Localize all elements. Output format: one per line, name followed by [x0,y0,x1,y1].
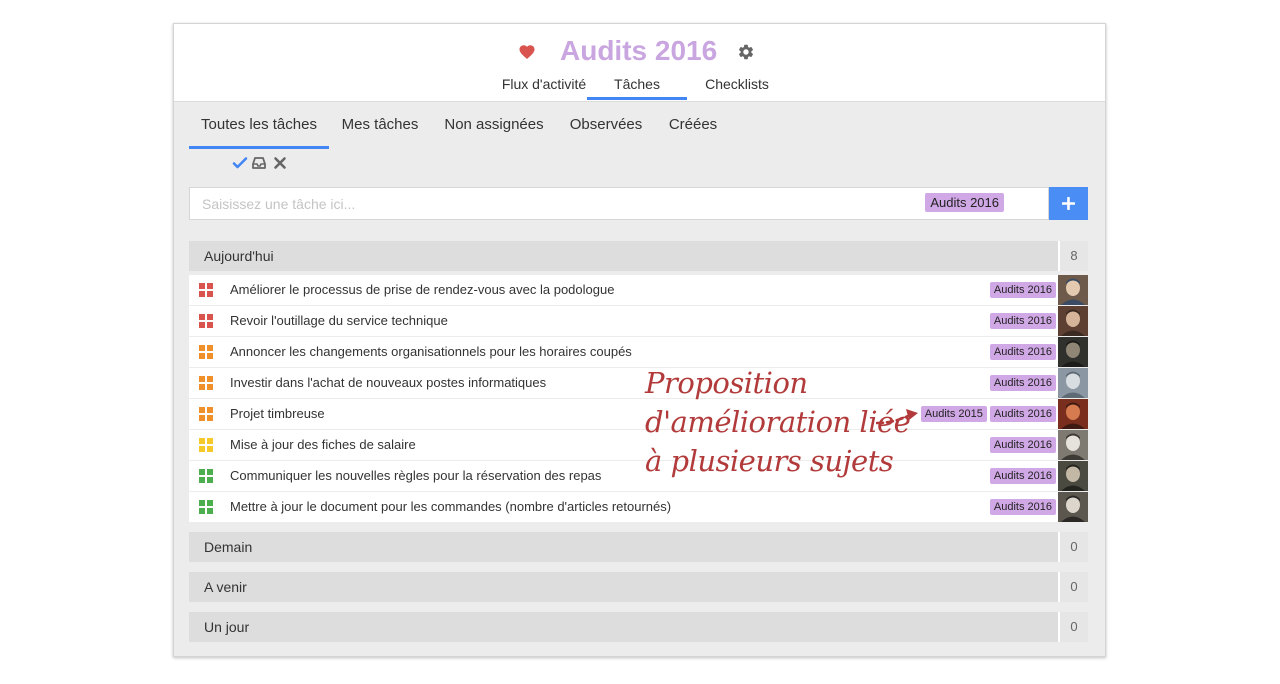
priority-red-icon [199,283,213,297]
project-tag[interactable]: Audits 2016 [989,282,1056,298]
annotation-note: Proposition d'amélioration liée à plusie… [645,364,911,481]
annotation-line: d'amélioration liée [645,405,911,439]
section-someday-count: 0 [1058,612,1088,642]
task-tags: Audits 2016 [989,282,1056,298]
heart-icon[interactable] [518,43,536,61]
task-row[interactable]: Mettre à jour le document pour les comma… [189,492,1088,523]
project-tag[interactable]: Audits 2016 [989,375,1056,391]
project-tag[interactable]: Audits 2016 [989,499,1056,515]
annotation-line: à plusieurs sujets [645,444,894,478]
priority-orange-icon [199,376,213,390]
project-tag[interactable]: Audits 2016 [989,468,1056,484]
project-tag[interactable]: Audits 2016 [989,437,1056,453]
close-icon[interactable] [272,155,288,171]
section-today[interactable]: Aujourd'hui 8 [189,241,1088,271]
tab-tasks[interactable]: Tâches [587,76,687,100]
project-tag[interactable]: Audits 2015 [920,406,987,422]
priority-green-icon [199,469,213,483]
gear-icon[interactable] [737,43,755,61]
task-title: Annoncer les changements organisationnel… [230,344,632,359]
tab-my-tasks[interactable]: Mes tâches [337,101,423,147]
task-row[interactable]: Communiquer les nouvelles règles pour la… [189,461,1088,492]
title-row: Audits 2016 [174,35,1105,67]
task-title: Investir dans l'achat de nouveaux postes… [230,375,547,390]
task-tags: Audits 2016 [989,375,1056,391]
task-row[interactable]: Revoir l'outillage du service technique A… [189,306,1088,337]
tasks-panel: Audits 2016 Flux d'activité Tâches Check… [173,23,1106,657]
assignee-avatar[interactable] [1058,306,1088,336]
tab-watched[interactable]: Observées [566,101,646,147]
section-today-label: Aujourd'hui [204,248,274,264]
assignee-avatar[interactable] [1058,275,1088,305]
task-title: Améliorer le processus de prise de rende… [230,282,615,297]
project-tag[interactable]: Audits 2016 [989,313,1056,329]
tab-created[interactable]: Créées [664,101,722,147]
task-tags: Audits 2015 Audits 2016 [920,406,1056,422]
priority-yellow-icon [199,438,213,452]
tab-all-tasks[interactable]: Toutes les tâches [189,101,329,149]
task-title: Revoir l'outillage du service technique [230,313,448,328]
section-upcoming-label: A venir [204,579,247,595]
project-title: Audits 2016 [560,35,718,66]
tab-unassigned[interactable]: Non assignées [441,101,547,147]
annotation-line: Proposition [645,366,808,400]
section-someday[interactable]: Un jour 0 [189,612,1088,642]
priority-red-icon [199,314,213,328]
section-today-count: 8 [1058,241,1088,271]
assignee-avatar[interactable] [1058,368,1088,398]
project-tag[interactable]: Audits 2016 [989,406,1056,422]
task-title: Mise à jour des fiches de salaire [230,437,416,452]
task-tags: Audits 2016 [989,468,1056,484]
task-title: Communiquer les nouvelles règles pour la… [230,468,602,483]
plus-icon [1062,197,1075,210]
task-list: Améliorer le processus de prise de rende… [189,275,1088,523]
project-header: Audits 2016 Flux d'activité Tâches Check… [174,24,1105,102]
inbox-icon[interactable] [251,155,267,171]
annotation-arrow-icon [876,409,918,425]
assignee-avatar[interactable] [1058,461,1088,491]
assignee-avatar[interactable] [1058,492,1088,522]
top-tabs: Flux d'activité Tâches Checklists [174,76,1105,100]
tab-checklists[interactable]: Checklists [691,76,783,100]
task-row[interactable]: Annoncer les changements organisationnel… [189,337,1088,368]
add-task-button[interactable] [1049,187,1088,220]
priority-green-icon [199,500,213,514]
task-row[interactable]: Projet timbreuse Audits 2015 Audits 2016 [189,399,1088,430]
task-row[interactable]: Investir dans l'achat de nouveaux postes… [189,368,1088,399]
input-project-tag[interactable]: Audits 2016 [925,193,1004,212]
task-title: Mettre à jour le document pour les comma… [230,499,672,514]
section-tomorrow[interactable]: Demain 0 [189,532,1088,562]
section-upcoming[interactable]: A venir 0 [189,572,1088,602]
task-title: Projet timbreuse [230,406,325,421]
task-input-box: Audits 2016 [189,187,1049,220]
assignee-avatar[interactable] [1058,337,1088,367]
project-tag[interactable]: Audits 2016 [989,344,1056,360]
task-input[interactable] [190,188,974,219]
section-upcoming-count: 0 [1058,572,1088,602]
task-tags: Audits 2016 [989,499,1056,515]
assignee-avatar[interactable] [1058,399,1088,429]
priority-orange-icon [199,345,213,359]
task-tags: Audits 2016 [989,344,1056,360]
section-someday-label: Un jour [204,619,250,635]
task-row[interactable]: Mise à jour des fiches de salaire Audits … [189,430,1088,461]
section-tomorrow-count: 0 [1058,532,1088,562]
section-tomorrow-label: Demain [204,539,253,555]
tab-activity[interactable]: Flux d'activité [487,76,601,100]
task-tags: Audits 2016 [989,437,1056,453]
task-tags: Audits 2016 [989,313,1056,329]
check-icon[interactable] [232,155,248,171]
task-row[interactable]: Améliorer le processus de prise de rende… [189,275,1088,306]
assignee-avatar[interactable] [1058,430,1088,460]
priority-orange-icon [199,407,213,421]
